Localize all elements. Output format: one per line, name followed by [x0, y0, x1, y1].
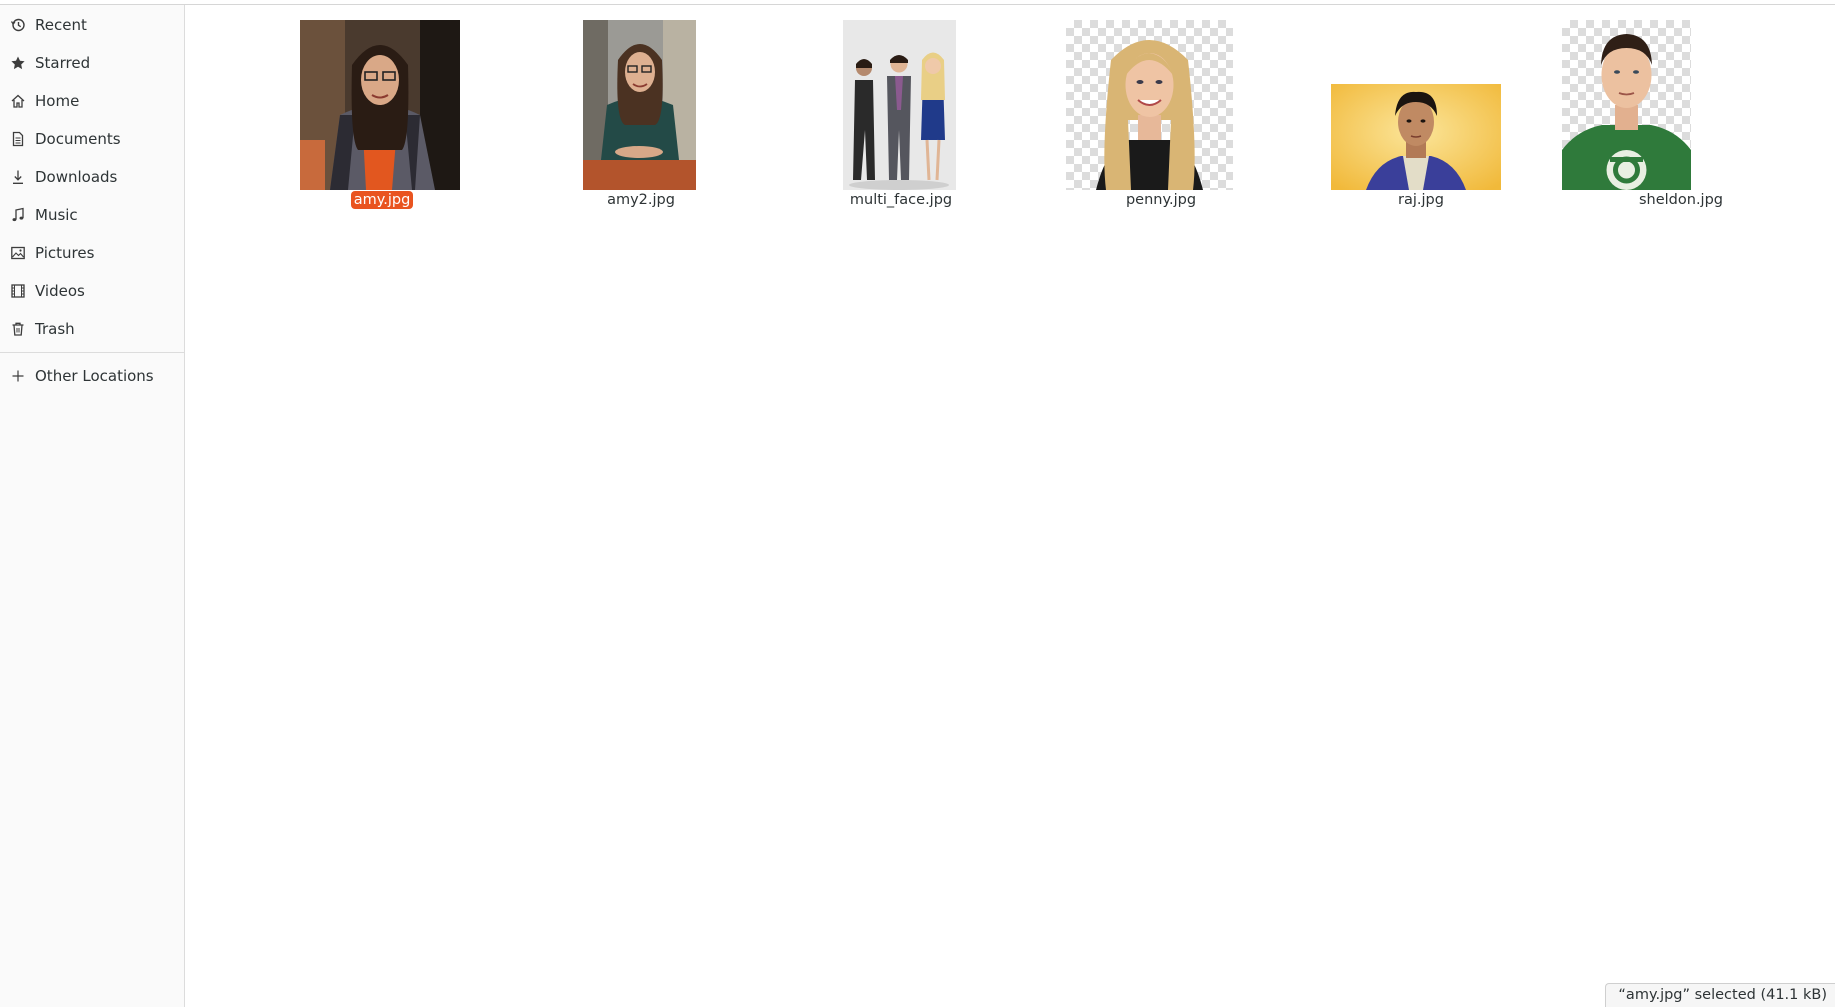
sidebar-item-label: Starred	[35, 54, 91, 72]
selection-status-bar: “amy.jpg” selected (41.1 kB)	[1605, 983, 1835, 1007]
sidebar-item-trash[interactable]: Trash	[0, 311, 185, 347]
file-name-label: raj.jpg	[1398, 192, 1444, 208]
home-icon	[9, 92, 27, 110]
file-name-label: sheldon.jpg	[1638, 192, 1723, 208]
film-icon	[9, 282, 27, 300]
clock-icon	[9, 16, 27, 34]
sidebar-item-label: Documents	[35, 130, 121, 148]
sidebar-item-starred[interactable]: Starred	[0, 45, 185, 81]
music-note-icon	[9, 206, 27, 224]
sidebar-item-music[interactable]: Music	[0, 197, 185, 233]
sidebar-item-pictures[interactable]: Pictures	[0, 235, 185, 271]
sidebar-item-label: Pictures	[35, 244, 95, 262]
file-item-raj[interactable]: raj.jpg	[1291, 5, 1551, 220]
image-thumbnail	[843, 20, 956, 190]
file-item-amy2[interactable]: amy2.jpg	[511, 5, 771, 220]
sidebar-item-documents[interactable]: Documents	[0, 121, 185, 157]
download-icon	[9, 168, 27, 186]
file-item-penny[interactable]: penny.jpg	[1031, 5, 1291, 220]
star-icon	[9, 54, 27, 72]
file-name-label: amy2.jpg	[607, 192, 675, 208]
file-name-label: multi_face.jpg	[849, 192, 953, 208]
sidebar-item-label: Downloads	[35, 168, 118, 186]
sidebar-item-label: Trash	[35, 320, 75, 338]
plus-icon	[9, 367, 27, 385]
image-thumbnail	[1562, 20, 1691, 190]
file-item-multi-face[interactable]: multi_face.jpg	[771, 5, 1031, 220]
sidebar-item-label: Music	[35, 206, 78, 224]
sidebar-item-label: Recent	[35, 16, 87, 34]
image-thumbnail	[300, 20, 460, 190]
file-name-label: penny.jpg	[1125, 192, 1197, 208]
sidebar: Recent Starred Home Documents Downloads …	[0, 5, 185, 1007]
file-item-sheldon[interactable]: sheldon.jpg	[1551, 5, 1811, 220]
file-icon-view[interactable]: amy.jpg amy2.jpg multi_face.jpg penny.jp…	[186, 5, 1835, 1007]
image-thumbnail	[1066, 20, 1233, 190]
document-icon	[9, 130, 27, 148]
sidebar-item-label: Home	[35, 92, 80, 110]
sidebar-item-other-locations[interactable]: Other Locations	[0, 358, 185, 394]
image-thumbnail	[1331, 84, 1501, 190]
image-thumbnail	[583, 20, 696, 190]
sidebar-item-label: Videos	[35, 282, 85, 300]
sidebar-item-recent[interactable]: Recent	[0, 7, 185, 43]
file-item-amy[interactable]: amy.jpg	[252, 5, 512, 220]
sidebar-item-label: Other Locations	[35, 367, 154, 385]
sidebar-item-downloads[interactable]: Downloads	[0, 159, 185, 195]
sidebar-item-videos[interactable]: Videos	[0, 273, 185, 309]
file-name-label: amy.jpg	[252, 189, 512, 211]
trash-icon	[9, 320, 27, 338]
sidebar-separator	[0, 352, 185, 353]
picture-icon	[9, 244, 27, 262]
sidebar-item-home[interactable]: Home	[0, 83, 185, 119]
